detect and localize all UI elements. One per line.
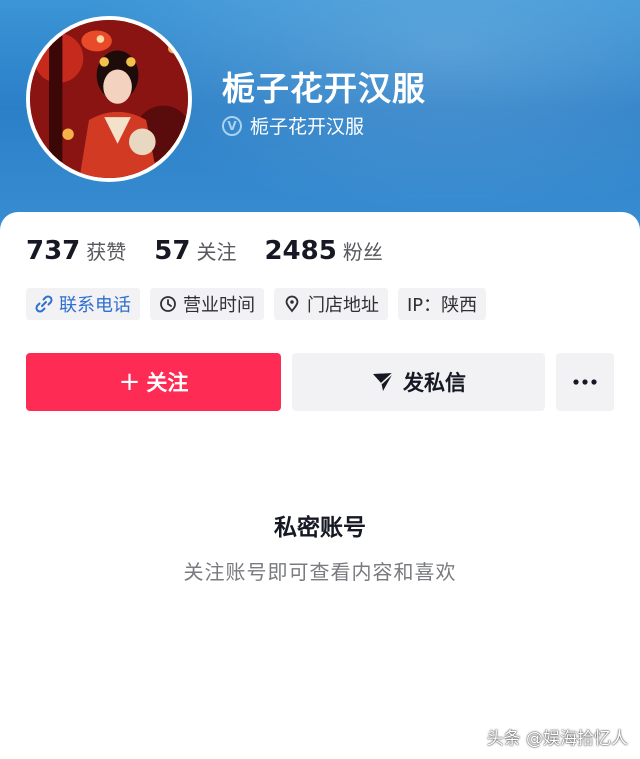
avatar[interactable]	[26, 16, 192, 182]
chip-contact-phone[interactable]: 联系电话	[26, 288, 140, 320]
private-account-subtitle: 关注账号即可查看内容和喜欢	[183, 560, 457, 584]
verified-row: V 栀子花开汉服	[222, 112, 364, 139]
profile-nickname: 栀子花开汉服	[222, 69, 426, 108]
chip-store-address[interactable]: 门店地址	[274, 288, 388, 320]
chip-store-address-label: 门店地址	[307, 295, 379, 316]
stat-followers[interactable]: 2485 粉丝	[264, 236, 382, 266]
profile-card: 737 获赞 57 关注 2485 粉丝 联系电话 营业时间 门店地址 IP：陕…	[0, 212, 640, 759]
paper-plane-icon	[373, 372, 394, 391]
stat-likes-label: 获赞	[86, 240, 127, 264]
stat-following-value: 57	[154, 236, 191, 266]
follow-button-label: 关注	[146, 371, 189, 395]
send-message-button[interactable]: 发私信	[292, 353, 545, 411]
plus-icon: +	[118, 367, 141, 397]
chip-ip-location: IP：陕西	[398, 288, 487, 320]
stat-likes-value: 737	[26, 236, 81, 266]
location-pin-icon	[285, 295, 299, 313]
phone-link-icon	[35, 295, 53, 313]
verified-icon: V	[222, 115, 242, 136]
stat-following-label: 关注	[196, 240, 237, 264]
stats-row: 737 获赞 57 关注 2485 粉丝	[26, 236, 411, 266]
private-account-title: 私密账号	[274, 515, 366, 541]
more-dots-icon	[573, 379, 597, 385]
avatar-image	[30, 20, 188, 178]
chip-business-hours[interactable]: 营业时间	[150, 288, 264, 320]
stat-followers-value: 2485	[264, 236, 337, 266]
chip-ip-location-label: IP：陕西	[407, 295, 478, 316]
clock-icon	[160, 296, 176, 312]
follow-button[interactable]: + 关注	[26, 353, 281, 411]
verified-name: 栀子花开汉服	[250, 116, 365, 138]
stat-following[interactable]: 57 关注	[154, 236, 236, 266]
chip-contact-phone-label: 联系电话	[59, 295, 131, 316]
stat-likes[interactable]: 737 获赞	[26, 236, 126, 266]
chip-business-hours-label: 营业时间	[183, 295, 255, 316]
info-chips: 联系电话 营业时间 门店地址 IP：陕西	[26, 288, 496, 320]
more-options-button[interactable]	[556, 353, 614, 411]
watermark: 头条 @娱海拾忆人	[486, 729, 628, 749]
stat-followers-label: 粉丝	[342, 240, 383, 264]
send-message-label: 发私信	[403, 371, 466, 395]
